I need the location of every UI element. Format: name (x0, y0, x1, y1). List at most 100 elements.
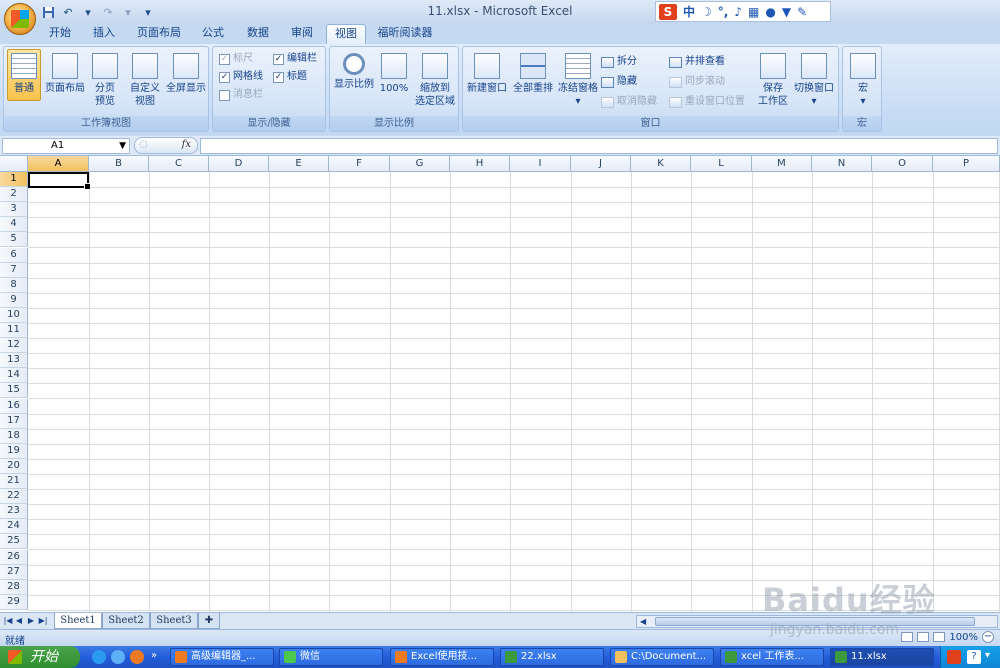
scroll-left-icon[interactable]: ◀ (640, 616, 646, 627)
taskbar-item-editor[interactable]: 高级编辑器_... (170, 648, 274, 666)
row-header-15[interactable]: 15 (0, 383, 28, 399)
taskbar-item-excel-tips[interactable]: Excel使用技... (390, 648, 494, 666)
macros-button[interactable]: 宏 ▾ (847, 50, 879, 108)
row-header-11[interactable]: 11 (0, 323, 28, 338)
page-break-preview-button[interactable]: 分页 预览 (88, 50, 122, 108)
keyboard-icon[interactable]: ▦ (748, 5, 759, 19)
zoom-to-selection-button[interactable]: 缩放到 选定区域 (412, 50, 458, 108)
column-header-i[interactable]: I (510, 156, 571, 172)
row-header-22[interactable]: 22 (0, 489, 28, 505)
message-bar-checkbox[interactable]: 消息栏 (219, 88, 263, 102)
firefox-icon[interactable] (130, 650, 144, 664)
column-header-p[interactable]: P (933, 156, 1000, 172)
wrench-icon[interactable]: ✎ (797, 5, 807, 19)
hide-button[interactable]: 隐藏 (601, 75, 637, 89)
column-header-k[interactable]: K (631, 156, 691, 172)
column-header-n[interactable]: N (812, 156, 872, 172)
row-header-3[interactable]: 3 (0, 202, 28, 218)
tab-view[interactable]: 视图 (326, 24, 366, 44)
taskbar-item-22xlsx[interactable]: 22.xlsx (500, 648, 604, 666)
row-header-2[interactable]: 2 (0, 187, 28, 203)
active-cell-a1[interactable] (28, 172, 91, 190)
row-header-26[interactable]: 26 (0, 549, 28, 565)
column-header-h[interactable]: H (450, 156, 510, 172)
insert-function-button[interactable]: ◌ fx (134, 137, 198, 154)
row-header-4[interactable]: 4 (0, 217, 28, 233)
row-header-7[interactable]: 7 (0, 262, 28, 278)
start-button[interactable]: 开始 (0, 646, 80, 668)
row-header-27[interactable]: 27 (0, 564, 28, 580)
tab-review[interactable]: 审阅 (282, 24, 322, 44)
insert-sheet-icon[interactable]: ✚ (198, 613, 220, 629)
column-header-b[interactable]: B (89, 156, 149, 172)
row-header-16[interactable]: 16 (0, 398, 28, 414)
page-layout-status-icon[interactable] (917, 632, 930, 642)
select-all-corner[interactable] (0, 156, 28, 172)
zoom-100-button[interactable]: 100% (378, 50, 410, 95)
unhide-button[interactable]: 取消隐藏 (601, 95, 657, 109)
arrange-all-button[interactable]: 全部重排 (511, 50, 555, 95)
normal-view-button[interactable]: 普通 (7, 49, 41, 101)
row-header-14[interactable]: 14 (0, 368, 28, 384)
freeze-panes-button[interactable]: 冻结窗格 ▾ (557, 50, 599, 108)
name-box-dropdown-icon[interactable]: ▼ (119, 139, 126, 153)
row-header-19[interactable]: 19 (0, 443, 28, 459)
sheet-tab-sheet1[interactable]: Sheet1 (54, 613, 102, 629)
row-header-18[interactable]: 18 (0, 428, 28, 444)
tab-formulas[interactable]: 公式 (193, 24, 233, 44)
first-sheet-icon[interactable]: |◀ (3, 615, 13, 627)
tab-home[interactable]: 开始 (40, 24, 80, 44)
formula-bar-checkbox[interactable]: ✓ 编辑栏 (273, 52, 317, 66)
column-header-c[interactable]: C (149, 156, 209, 172)
reset-window-position-button[interactable]: 重设窗口位置 (669, 95, 745, 109)
taskbar-item-excel-sheet[interactable]: xcel 工作表... (720, 648, 824, 666)
column-header-d[interactable]: D (209, 156, 269, 172)
column-header-o[interactable]: O (872, 156, 933, 172)
name-box[interactable]: A1 ▼ (2, 138, 130, 154)
row-header-12[interactable]: 12 (0, 338, 28, 354)
worksheet-grid[interactable]: ABCDEFGHIJKLMNOP 1 2 3 4 5 6 7 8 9 10 11 12 13 14 15 16… (0, 156, 1000, 612)
row-header-9[interactable]: 9 (0, 292, 28, 308)
microphone-icon[interactable]: ♪ (734, 5, 742, 19)
next-sheet-icon[interactable]: ▶ (26, 615, 36, 627)
synchronous-scrolling-button[interactable]: 同步滚动 (669, 75, 725, 89)
browser-icon[interactable] (111, 650, 125, 664)
shirt-icon[interactable]: ▼ (782, 5, 791, 19)
row-header-10[interactable]: 10 (0, 307, 28, 323)
row-header-21[interactable]: 21 (0, 474, 28, 489)
ime-mode-label[interactable]: 中 (683, 3, 695, 20)
row-header-23[interactable]: 23 (0, 504, 28, 520)
user-icon[interactable]: ● (765, 5, 775, 19)
full-screen-button[interactable]: 全屏显示 (164, 50, 208, 95)
tab-insert[interactable]: 插入 (84, 24, 124, 44)
split-button[interactable]: 拆分 (601, 55, 637, 69)
formula-input[interactable] (200, 138, 998, 154)
row-header-17[interactable]: 17 (0, 413, 28, 429)
row-header-24[interactable]: 24 (0, 519, 28, 535)
zoom-percent[interactable]: 100% (949, 632, 978, 643)
punctuation-icon[interactable]: °, (718, 5, 729, 19)
taskbar-item-11xlsx[interactable]: 11.xlsx (830, 648, 934, 666)
taskbar-item-wechat[interactable]: 微信 (279, 648, 383, 666)
switch-windows-button[interactable]: 切换窗口 ▾ (791, 50, 837, 108)
column-header-f[interactable]: F (329, 156, 390, 172)
row-header-29[interactable]: 29 (0, 594, 28, 610)
tab-foxit-reader[interactable]: 福昕阅读器 (372, 24, 438, 44)
ie-icon[interactable] (92, 650, 106, 664)
normal-view-status-icon[interactable] (901, 632, 914, 642)
column-header-a[interactable]: A (28, 156, 89, 172)
column-header-e[interactable]: E (269, 156, 329, 172)
headings-checkbox[interactable]: ✓ 标题 (273, 70, 307, 84)
row-header-1[interactable]: 1 (0, 172, 28, 187)
page-break-status-icon[interactable] (933, 632, 946, 642)
custom-views-button[interactable]: 自定义 视图 (126, 50, 164, 108)
ime-toolbar[interactable]: S 中 ☽ °, ♪ ▦ ● ▼ ✎ (655, 1, 831, 22)
tab-data[interactable]: 数据 (238, 24, 278, 44)
column-header-l[interactable]: L (691, 156, 752, 172)
prev-sheet-icon[interactable]: ◀ (14, 615, 24, 627)
row-header-5[interactable]: 5 (0, 232, 28, 248)
row-header-28[interactable]: 28 (0, 579, 28, 595)
save-workspace-button[interactable]: 保存 工作区 (755, 50, 791, 108)
tab-page-layout[interactable]: 页面布局 (130, 24, 188, 44)
moon-icon[interactable]: ☽ (701, 5, 712, 19)
